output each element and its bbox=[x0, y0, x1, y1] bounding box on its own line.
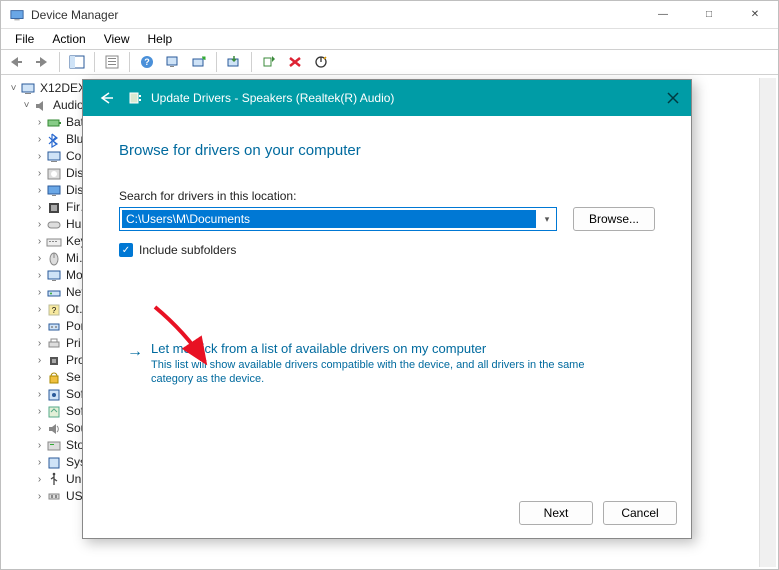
add-legacy-button[interactable] bbox=[188, 51, 210, 73]
tree-twisty[interactable]: › bbox=[33, 131, 46, 148]
tree-twisty[interactable]: › bbox=[33, 488, 46, 505]
include-subfolders-label: Include subfolders bbox=[139, 243, 236, 257]
pick-option-description: This list will show available drivers co… bbox=[151, 358, 611, 386]
audio-icon bbox=[33, 98, 49, 114]
tree-twisty[interactable]: › bbox=[33, 454, 46, 471]
forward-button[interactable] bbox=[31, 51, 53, 73]
tree-twisty[interactable]: › bbox=[33, 114, 46, 131]
search-location-label: Search for drivers in this location: bbox=[119, 189, 655, 203]
svg-text:?: ? bbox=[52, 306, 57, 315]
tree-twisty[interactable]: › bbox=[33, 216, 46, 233]
minimize-button[interactable]: — bbox=[640, 1, 686, 29]
cancel-button[interactable]: Cancel bbox=[603, 501, 677, 525]
tree-label: X12DEX bbox=[40, 80, 86, 97]
update-driver-button[interactable] bbox=[223, 51, 245, 73]
display-icon bbox=[46, 183, 62, 199]
maximize-button[interactable]: □ bbox=[686, 1, 732, 29]
security-icon bbox=[46, 370, 62, 386]
storage-icon bbox=[46, 438, 62, 454]
firmware-icon bbox=[46, 200, 62, 216]
app-icon bbox=[9, 7, 25, 23]
monitor-icon bbox=[46, 268, 62, 284]
menubar: File Action View Help bbox=[1, 29, 778, 49]
pick-from-list-option[interactable]: → Let me pick from a list of available d… bbox=[119, 341, 655, 386]
update-drivers-dialog: Update Drivers - Speakers (Realtek(R) Au… bbox=[82, 79, 692, 539]
next-button[interactable]: Next bbox=[519, 501, 593, 525]
menu-view[interactable]: View bbox=[96, 31, 138, 47]
checkbox-checked-icon: ✓ bbox=[119, 243, 133, 257]
dialog-heading: Browse for drivers on your computer bbox=[119, 142, 655, 159]
tree-twisty[interactable]: › bbox=[33, 148, 46, 165]
pick-option-title: Let me pick from a list of available dri… bbox=[151, 341, 655, 356]
menu-help[interactable]: Help bbox=[140, 31, 181, 47]
dialog-title: Update Drivers - Speakers (Realtek(R) Au… bbox=[151, 91, 394, 105]
help-button[interactable]: ? bbox=[136, 51, 158, 73]
menu-file[interactable]: File bbox=[7, 31, 42, 47]
back-button[interactable] bbox=[5, 51, 27, 73]
tree-twisty[interactable]: › bbox=[33, 352, 46, 369]
dialog-close-button[interactable] bbox=[655, 80, 691, 116]
sound-icon bbox=[46, 421, 62, 437]
arrow-right-icon: → bbox=[119, 341, 151, 386]
tree-twisty[interactable]: › bbox=[33, 335, 46, 352]
tree-twisty[interactable]: › bbox=[33, 284, 46, 301]
vertical-scrollbar[interactable] bbox=[759, 78, 776, 567]
tree-twisty[interactable]: › bbox=[33, 301, 46, 318]
disable-button[interactable] bbox=[310, 51, 332, 73]
usb-conn-icon bbox=[46, 489, 62, 505]
bluetooth-icon bbox=[46, 132, 62, 148]
svg-text:?: ? bbox=[144, 57, 150, 67]
tree-twisty[interactable]: › bbox=[33, 267, 46, 284]
dialog-back-button[interactable] bbox=[95, 91, 119, 105]
dialog-titlebar: Update Drivers - Speakers (Realtek(R) Au… bbox=[83, 80, 691, 116]
window-title: Device Manager bbox=[31, 8, 118, 22]
keyboard-icon bbox=[46, 234, 62, 250]
scan-button[interactable] bbox=[162, 51, 184, 73]
tree-twisty[interactable]: ˅ bbox=[20, 97, 33, 114]
uninstall-button[interactable] bbox=[284, 51, 306, 73]
dialog-body: Browse for drivers on your computer Sear… bbox=[83, 116, 691, 488]
tree-twisty[interactable]: › bbox=[33, 437, 46, 454]
other-icon: ? bbox=[46, 302, 62, 318]
system-icon bbox=[46, 455, 62, 471]
show-hide-tree-button[interactable] bbox=[66, 51, 88, 73]
tree-twisty[interactable]: › bbox=[33, 250, 46, 267]
software-comp-icon bbox=[46, 387, 62, 403]
hid-icon bbox=[46, 217, 62, 233]
tree-twisty[interactable]: › bbox=[33, 233, 46, 250]
tree-twisty[interactable]: › bbox=[33, 369, 46, 386]
processor-icon bbox=[46, 353, 62, 369]
tree-twisty[interactable]: › bbox=[33, 182, 46, 199]
driver-icon bbox=[127, 90, 143, 106]
mouse-icon bbox=[46, 251, 62, 267]
battery-icon bbox=[46, 115, 62, 131]
software-dev-icon bbox=[46, 404, 62, 420]
usb-icon bbox=[46, 472, 62, 488]
path-combobox[interactable]: C:\Users\M\Documents ▾ bbox=[119, 207, 557, 231]
network-icon bbox=[46, 285, 62, 301]
path-value[interactable]: C:\Users\M\Documents bbox=[122, 210, 536, 228]
disk-icon bbox=[46, 166, 62, 182]
close-button[interactable]: ✕ bbox=[732, 1, 778, 29]
tree-twisty[interactable]: › bbox=[33, 386, 46, 403]
titlebar: Device Manager — □ ✕ bbox=[1, 1, 778, 29]
include-subfolders-checkbox[interactable]: ✓ Include subfolders bbox=[119, 243, 655, 257]
enable-button[interactable] bbox=[258, 51, 280, 73]
browse-button[interactable]: Browse... bbox=[573, 207, 655, 231]
chevron-down-icon[interactable]: ▾ bbox=[538, 214, 556, 225]
tree-twisty[interactable]: › bbox=[33, 318, 46, 335]
tree-twisty[interactable]: › bbox=[33, 420, 46, 437]
port-icon bbox=[46, 319, 62, 335]
toolbar: ? bbox=[1, 49, 778, 75]
printer-icon bbox=[46, 336, 62, 352]
tree-twisty[interactable]: › bbox=[33, 403, 46, 420]
computer-icon bbox=[46, 149, 62, 165]
tree-twisty[interactable]: › bbox=[33, 471, 46, 488]
menu-action[interactable]: Action bbox=[44, 31, 93, 47]
properties-button[interactable] bbox=[101, 51, 123, 73]
tree-twisty[interactable]: › bbox=[33, 199, 46, 216]
dialog-footer: Next Cancel bbox=[83, 488, 691, 538]
tree-twisty[interactable]: › bbox=[33, 165, 46, 182]
